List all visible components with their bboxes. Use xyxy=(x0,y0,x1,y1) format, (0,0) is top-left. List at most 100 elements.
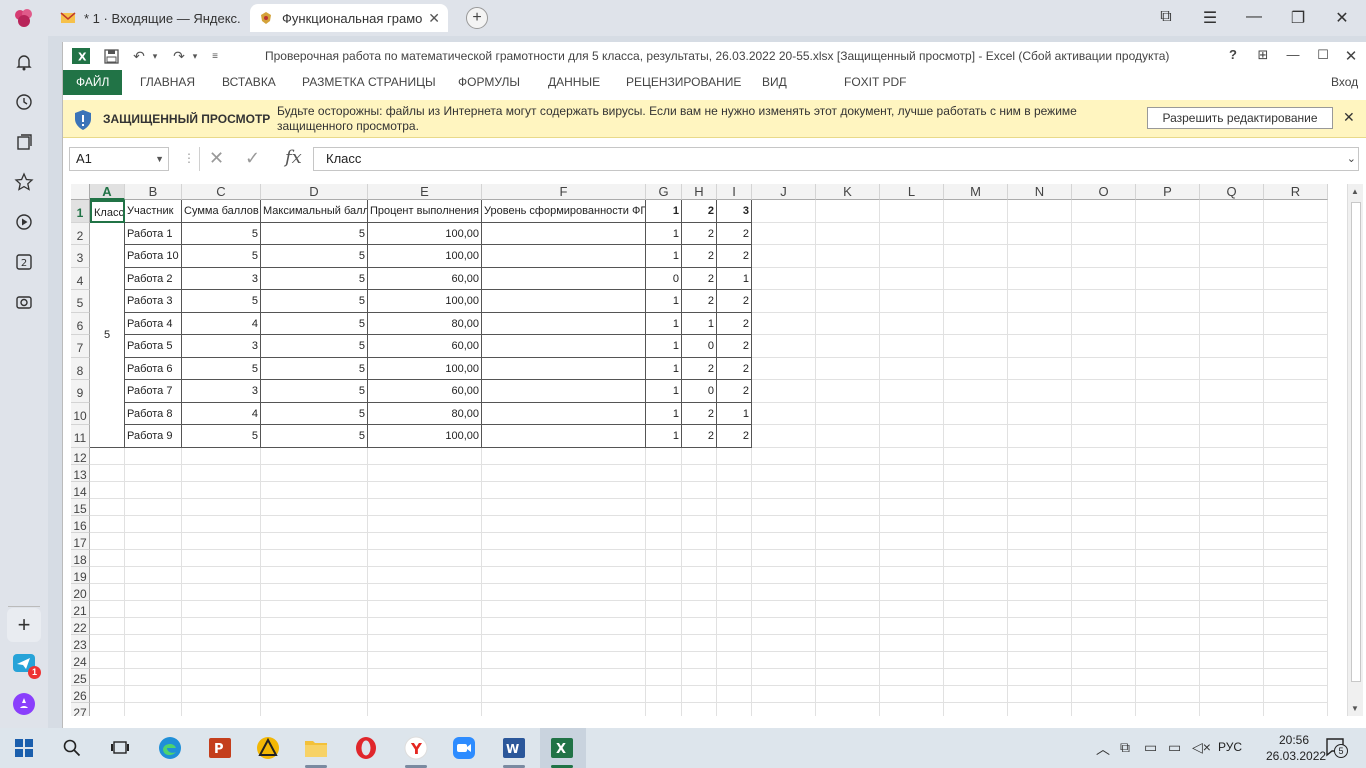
cell[interactable] xyxy=(944,380,1008,403)
cell[interactable] xyxy=(482,550,646,567)
clock[interactable]: 20:56 26.03.2022 xyxy=(1266,732,1326,764)
cell[interactable] xyxy=(646,652,682,669)
cell[interactable] xyxy=(261,584,368,601)
column-header-o[interactable]: O xyxy=(1072,184,1136,200)
cell[interactable] xyxy=(1136,652,1200,669)
cell[interactable] xyxy=(944,584,1008,601)
cell[interactable] xyxy=(682,448,717,465)
cell[interactable] xyxy=(682,635,717,652)
cell[interactable] xyxy=(368,448,482,465)
chevron-up-icon[interactable]: ︿ xyxy=(1096,739,1110,759)
language-indicator[interactable]: РУС xyxy=(1218,740,1242,754)
edge-icon[interactable] xyxy=(158,736,182,760)
cell[interactable] xyxy=(1136,200,1200,223)
cell[interactable] xyxy=(1008,448,1072,465)
tab-insert[interactable]: ВСТАВКА xyxy=(213,70,285,95)
column-header-j[interactable]: J xyxy=(752,184,816,200)
value-cell[interactable]: 5 xyxy=(261,223,368,245)
column-header-l[interactable]: L xyxy=(880,184,944,200)
cell[interactable] xyxy=(1072,465,1136,482)
cell[interactable] xyxy=(880,200,944,223)
cell[interactable] xyxy=(752,567,816,584)
participant-cell[interactable]: Работа 5 xyxy=(125,335,182,358)
cell[interactable] xyxy=(682,567,717,584)
value-cell[interactable]: 1 xyxy=(646,290,682,313)
cell[interactable] xyxy=(1136,550,1200,567)
cell[interactable] xyxy=(717,635,752,652)
level-cell[interactable] xyxy=(482,290,646,313)
cell[interactable] xyxy=(261,601,368,618)
cell[interactable] xyxy=(125,482,182,499)
cell[interactable] xyxy=(90,448,125,465)
cell[interactable] xyxy=(880,618,944,635)
cell[interactable] xyxy=(1136,516,1200,533)
close-tab-icon[interactable]: ✕ xyxy=(428,10,440,27)
cell[interactable] xyxy=(368,584,482,601)
value-cell[interactable]: 2 xyxy=(717,313,752,335)
column-header-a[interactable]: A xyxy=(90,184,125,200)
cell[interactable] xyxy=(1008,358,1072,380)
value-cell[interactable]: 100,00 xyxy=(368,358,482,380)
archive-app-icon[interactable] xyxy=(256,736,280,760)
cell[interactable] xyxy=(182,584,261,601)
cell[interactable] xyxy=(1008,618,1072,635)
column-header-p[interactable]: P xyxy=(1136,184,1200,200)
cell[interactable] xyxy=(90,465,125,482)
cell[interactable] xyxy=(1200,635,1264,652)
cell[interactable] xyxy=(1072,516,1136,533)
row-header-11[interactable]: 11 xyxy=(71,425,90,448)
value-cell[interactable]: 5 xyxy=(261,268,368,290)
cell[interactable] xyxy=(880,482,944,499)
cell[interactable] xyxy=(482,686,646,703)
sign-in-link[interactable]: Вход xyxy=(1331,70,1358,95)
row-header-12[interactable]: 12 xyxy=(71,448,90,465)
cell[interactable] xyxy=(1072,358,1136,380)
redo-dropdown-icon[interactable]: ▾ xyxy=(185,46,205,66)
cell[interactable] xyxy=(1200,499,1264,516)
cell[interactable] xyxy=(182,516,261,533)
cell[interactable] xyxy=(944,268,1008,290)
cell[interactable] xyxy=(1200,669,1264,686)
cell[interactable] xyxy=(717,652,752,669)
cell[interactable] xyxy=(682,584,717,601)
cell[interactable] xyxy=(1200,482,1264,499)
tab-formulas[interactable]: ФОРМУЛЫ xyxy=(449,70,529,95)
spreadsheet-grid[interactable]: A B C D E F G H I J K L M N O P Q R 1 2 3 4 5 6 7 8 9 10 11 12 13 14 15 1… xyxy=(71,184,1343,716)
cell[interactable] xyxy=(1264,290,1328,313)
cell[interactable] xyxy=(944,358,1008,380)
cell[interactable] xyxy=(261,465,368,482)
cell[interactable] xyxy=(125,635,182,652)
row-header-14[interactable]: 14 xyxy=(71,482,90,499)
cell[interactable] xyxy=(182,601,261,618)
restore-icon[interactable]: ❐ xyxy=(1288,8,1308,28)
cell[interactable] xyxy=(482,482,646,499)
value-cell[interactable]: 2 xyxy=(682,268,717,290)
cell[interactable] xyxy=(682,465,717,482)
cell[interactable] xyxy=(682,601,717,618)
value-cell[interactable]: 100,00 xyxy=(368,425,482,448)
column-header-q[interactable]: Q xyxy=(1200,184,1264,200)
cell[interactable] xyxy=(368,482,482,499)
cell[interactable] xyxy=(1136,358,1200,380)
column-header-h[interactable]: H xyxy=(682,184,717,200)
cell[interactable] xyxy=(752,482,816,499)
cell[interactable] xyxy=(880,652,944,669)
cell[interactable] xyxy=(368,499,482,516)
cell[interactable] xyxy=(1264,703,1328,716)
cell[interactable] xyxy=(752,601,816,618)
participant-cell[interactable]: Работа 1 xyxy=(125,223,182,245)
value-cell[interactable]: 2 xyxy=(717,335,752,358)
cell[interactable] xyxy=(482,703,646,716)
cell[interactable] xyxy=(261,567,368,584)
cell[interactable] xyxy=(717,465,752,482)
participant-cell[interactable]: Работа 4 xyxy=(125,313,182,335)
cell[interactable] xyxy=(261,550,368,567)
cell[interactable] xyxy=(1072,200,1136,223)
cell[interactable] xyxy=(1008,380,1072,403)
row-header-24[interactable]: 24 xyxy=(71,652,90,669)
cell[interactable] xyxy=(880,425,944,448)
cell[interactable] xyxy=(261,533,368,550)
cell[interactable] xyxy=(944,686,1008,703)
cell[interactable] xyxy=(717,618,752,635)
cell[interactable] xyxy=(880,358,944,380)
